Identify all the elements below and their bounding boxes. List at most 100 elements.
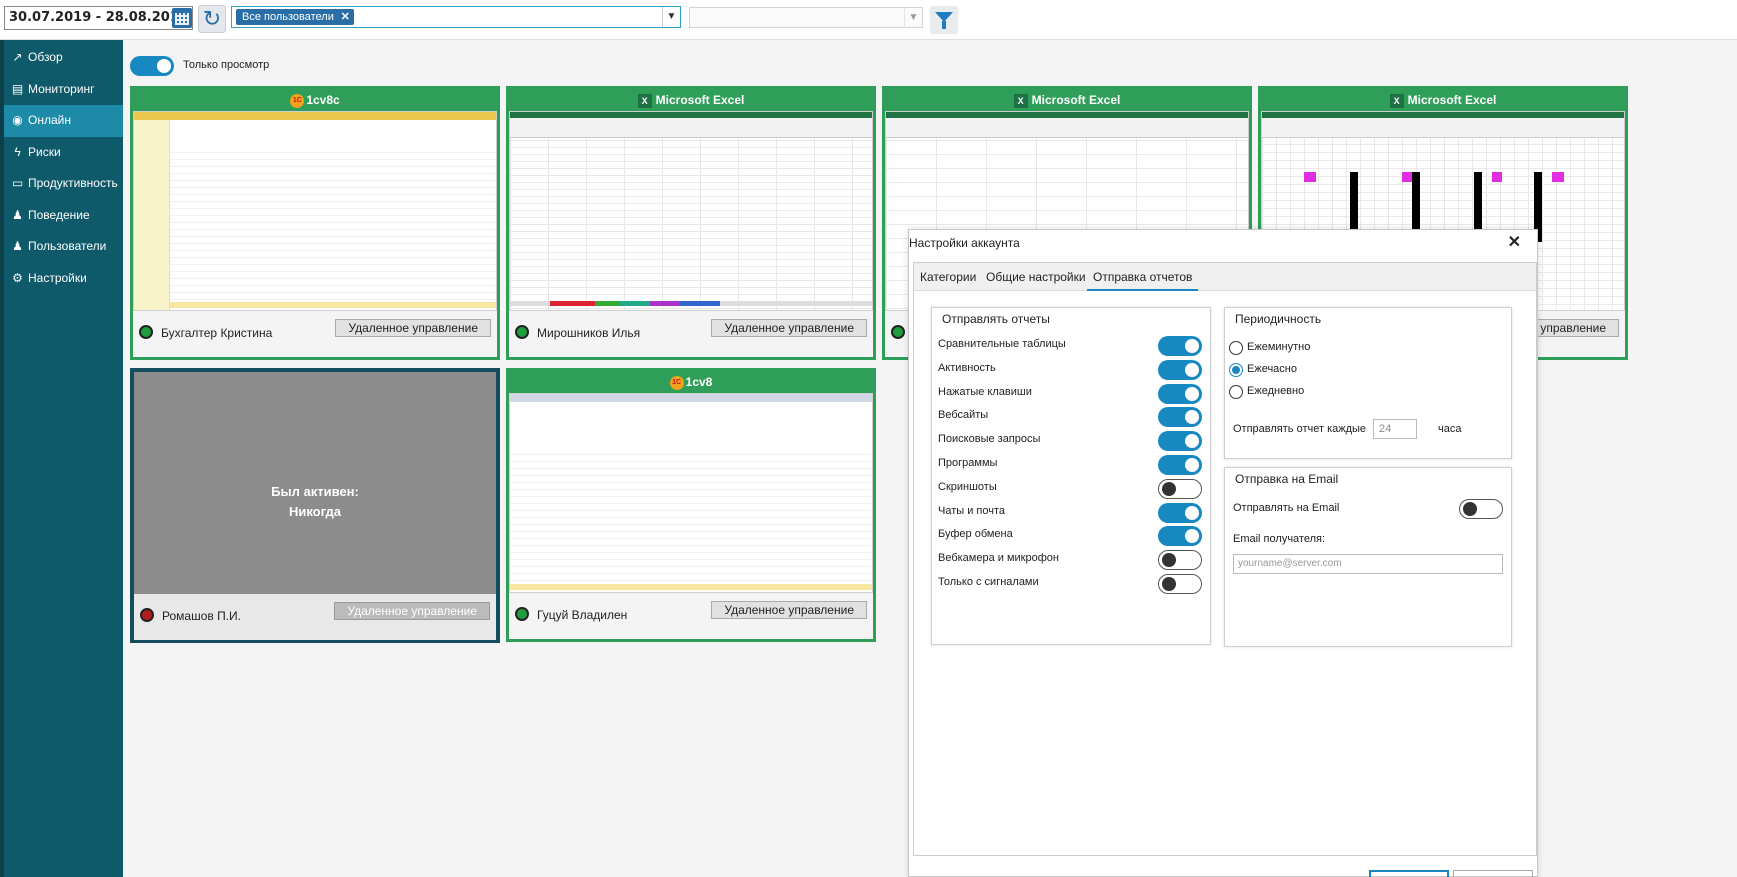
excel-icon: X [637,93,652,108]
periodicity-group: Периодичность Ежеминутно Ежечасно Ежедне… [1224,307,1512,459]
chevron-down-icon[interactable]: ▼ [662,7,680,27]
secondary-filter-select[interactable]: ▼ [689,7,923,28]
close-icon[interactable]: ✕ [1508,232,1521,252]
top-toolbar: 30.07.2019 - 28.08.2019 ↻ Все пользовате… [0,0,1737,40]
app-name: Microsoft Excel [1031,93,1121,107]
inactive-placeholder: Был активен: Никогда [134,372,496,594]
view-only-toggle[interactable] [130,56,174,76]
tab-general-settings[interactable]: Общие настройки [980,263,1092,291]
report-option-label: Вебкамера и микрофон [938,552,1059,565]
online-status-icon [139,325,153,339]
filter-icon[interactable] [930,6,958,34]
report-option-toggle[interactable] [1158,478,1202,499]
toggle-knob [1463,502,1477,516]
report-option-label: Вебсайты [938,409,989,422]
report-option-toggle[interactable] [1158,455,1202,475]
screen-thumbnail[interactable] [509,393,873,593]
remote-control-button[interactable]: управление [1527,319,1619,337]
remote-control-button[interactable]: Удаленное управление [334,602,490,620]
remote-control-button[interactable]: Удаленное управление [711,319,867,337]
last-active-value: Никогда [288,504,342,519]
inactive-user-card[interactable]: Был активен: Никогда Ромашов П.И. Удален… [130,368,500,643]
report-option-toggle[interactable] [1158,526,1202,547]
report-option-toggle[interactable] [1158,407,1202,428]
calendar-icon[interactable] [172,8,192,28]
report-option-row: Нажатые клавиши [938,382,1202,406]
report-option-toggle[interactable] [1158,502,1202,523]
thumbnail-ribbon [510,112,872,138]
radio-label: Ежечасно [1247,363,1297,375]
send-email-label: Отправлять на Email [1233,502,1340,514]
screen-thumbnail[interactable] [509,111,873,311]
report-option-toggle[interactable] [1158,359,1202,380]
highlighted-cell [1492,172,1502,182]
report-option-toggle[interactable] [1158,574,1202,594]
date-range-picker[interactable]: 30.07.2019 - 28.08.2019 [4,6,193,30]
report-option-toggle[interactable] [1158,383,1202,404]
sidebar-item-4[interactable]: ▭ Продуктивность [4,168,123,200]
report-option-toggle[interactable] [1158,336,1202,356]
radio-label: Ежедневно [1247,385,1305,397]
report-option-toggle[interactable] [1158,550,1202,571]
toggle-knob [1162,481,1176,496]
ok-button[interactable] [1369,870,1449,877]
card-app-title: X Microsoft Excel [1261,89,1625,111]
user-name: Гуцуй Владилен [537,608,628,622]
chevron-down-icon[interactable]: ▼ [904,8,922,28]
sidebar-item-1[interactable]: ▤ Мониторинг [4,74,123,106]
tab-categories[interactable]: Категории [914,263,982,291]
sidebar-item-3[interactable]: ϟ Риски [4,137,123,169]
chip-remove-icon[interactable]: ✕ [341,9,350,25]
refresh-button[interactable]: ↻ [198,5,226,33]
onec-icon: 1С [669,375,684,390]
app-name: Microsoft Excel [1407,93,1497,107]
card-app-title: X Microsoft Excel [885,89,1249,111]
app-name: Microsoft Excel [655,93,745,107]
report-option-label: Программы [938,457,998,469]
recipient-label: Email получателя: [1233,533,1326,545]
tab-send-reports[interactable]: Отправка отчетов [1087,263,1199,291]
report-option-label: Сравнительные таблицы [938,338,1066,350]
radio-every-hour[interactable] [1229,363,1243,377]
screen-thumbnail[interactable] [133,111,497,311]
report-option-row: Поисковые запросы [938,429,1202,453]
thumbnail-grid [510,112,872,310]
user-card[interactable]: X Microsoft Excel Мирошников Илья Удаленн… [506,86,876,360]
view-only-label: Только просмотр [183,59,270,71]
toggle-knob [1185,434,1199,449]
remote-control-button[interactable]: Удаленное управление [711,601,867,619]
report-option-label: Поисковые запросы [938,433,1041,446]
sidebar-item-6[interactable]: ♟ Пользователи [4,231,123,263]
online-status-icon [515,607,529,621]
report-option-toggle[interactable] [1158,431,1202,452]
thumbnail-ribbon [886,112,1248,138]
user-name: Бухгалтер Кристина [161,326,273,340]
excel-icon: X [1389,93,1404,108]
user-card[interactable]: 1С 1cv8c Бухгалтер Кристина Удаленное упр… [130,86,500,360]
sidebar-item-0[interactable]: ↗ Обзор [4,42,123,74]
remote-control-button[interactable]: Удаленное управление [335,319,491,337]
card-app-title: 1С 1cv8 [509,371,873,393]
radio-daily[interactable] [1229,385,1243,399]
sidebar-item-5[interactable]: ♟ Поведение [4,200,123,232]
card-footer: Ромашов П.И. Удаленное управление [134,594,496,640]
report-option-row: Скриншоты [938,477,1202,501]
report-option-row: Вебсайты [938,405,1202,429]
send-email-toggle[interactable] [1459,499,1503,519]
user-card[interactable]: 1С 1cv8 Гуцуй Владилен Удаленное управлен… [506,368,876,642]
hours-input[interactable]: 24 [1373,419,1417,439]
cancel-button[interactable] [1453,870,1533,877]
user-name: Мирошников Илья [537,326,641,340]
radio-label: Ежеминутно [1247,341,1311,353]
card-app-title: 1С 1cv8c [133,89,497,111]
sidebar-item-label: Пользователи [28,239,107,253]
sidebar-item-7[interactable]: ⚙ Настройки [4,263,123,295]
users-filter-select[interactable]: Все пользователи ✕ ▼ [231,6,681,28]
sidebar-item-label: Продуктивность [28,176,118,190]
recipient-email-field[interactable]: yourname@server.com [1233,554,1503,574]
radio-every-minute[interactable] [1229,341,1243,355]
report-option-label: Нажатые клавиши [938,385,1032,398]
user-name: Ромашов П.И. [162,609,242,623]
sidebar-item-2[interactable]: ◉ Онлайн [4,105,123,137]
behavior-icon: ♟ [12,207,23,222]
